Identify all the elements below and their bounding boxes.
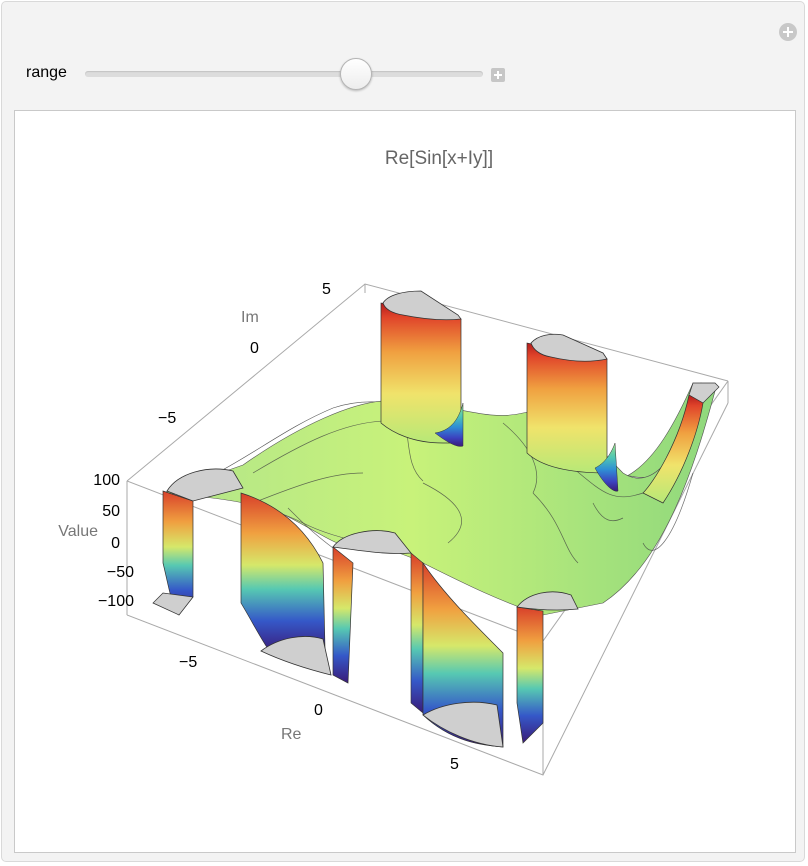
value-tick-label: −50	[107, 564, 134, 581]
plus-square-icon[interactable]	[491, 68, 505, 82]
re-tick-label: −5	[179, 654, 197, 671]
front-peak-right	[516, 591, 579, 744]
range-slider-thumb[interactable]	[339, 58, 372, 90]
slider-label: range	[26, 64, 67, 81]
value-axis-label: Value	[58, 523, 98, 540]
im-tick-label: 5	[322, 281, 331, 298]
back-peak-1	[380, 290, 464, 447]
im-tick-label: 0	[250, 340, 259, 357]
front-trough-left	[152, 468, 244, 616]
im-axis: 5 0 −5 Im	[158, 281, 331, 427]
re-tick-label: 5	[450, 756, 459, 773]
plus-circle-icon[interactable]	[779, 23, 797, 41]
value-axis: 100 50 0 −50 −100 Value	[58, 472, 134, 610]
surface-plot: Re[Sin[x+Iy]] 5 0 −5 Im 100 50 0 −50 −10…	[58, 148, 729, 776]
im-tick-label: −5	[158, 410, 176, 427]
front-peak-mid	[332, 530, 424, 714]
plot-output: Re[Sin[x+Iy]] 5 0 −5 Im 100 50 0 −50 −10…	[14, 110, 796, 853]
value-tick-label: −100	[98, 593, 134, 610]
re-tick-label: 0	[314, 702, 323, 719]
re-axis-label: Re	[281, 726, 302, 743]
plot-title: Re[Sin[x+Iy]]	[385, 148, 493, 169]
range-slider-track[interactable]	[85, 71, 483, 77]
im-axis-label: Im	[241, 309, 259, 326]
value-tick-label: 50	[102, 503, 120, 520]
value-tick-label: 0	[111, 535, 120, 552]
manipulate-panel: range Re[Sin[x+Iy]] 5 0 −5 Im 100 50 0 −…	[1, 1, 805, 862]
value-tick-label: 100	[93, 472, 120, 489]
